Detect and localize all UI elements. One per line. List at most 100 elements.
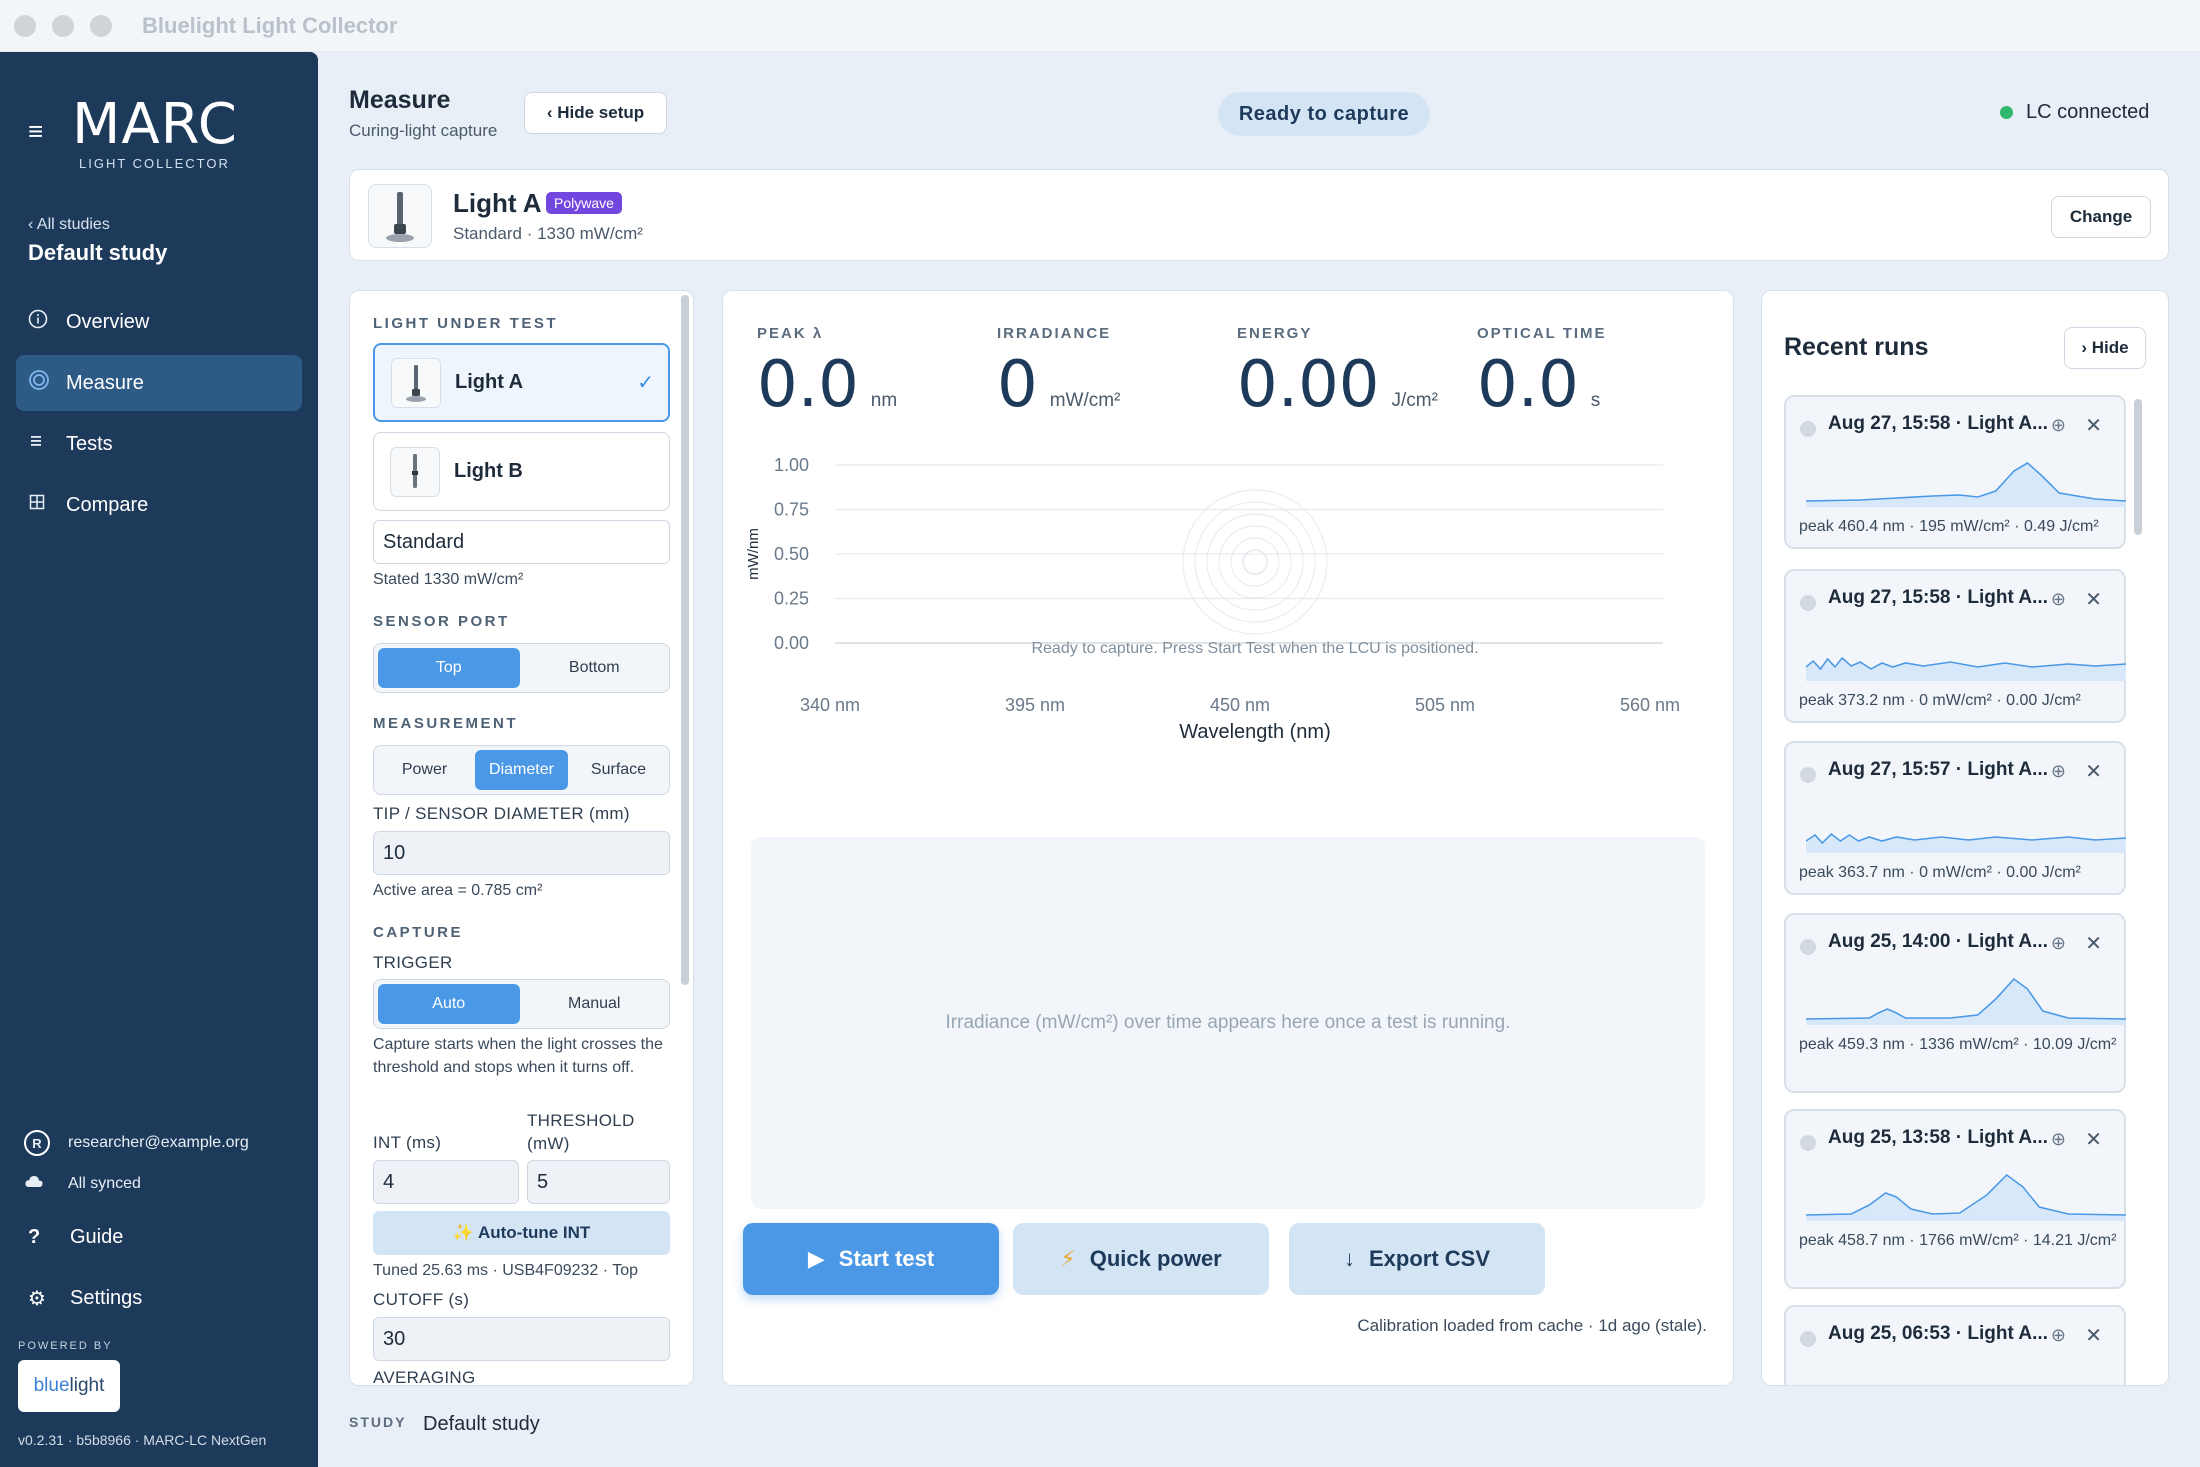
recent-runs-panel: Recent runs › Hide Aug 27, 15:58 · Light…	[1761, 290, 2169, 1386]
pin-icon[interactable]: ⊕	[2051, 933, 2066, 954]
app-logo-subtitle: LIGHT COLLECTOR	[79, 156, 230, 171]
select-run-icon[interactable]	[1800, 939, 1816, 955]
guide-link[interactable]: ? Guide	[28, 1226, 123, 1249]
threshold-label: THRESHOLD (mW)	[527, 1111, 635, 1153]
measurement-diameter-option[interactable]: Diameter	[475, 750, 568, 790]
powered-by-label: POWERED BY	[18, 1340, 113, 1352]
lightning-icon: ⚡	[1060, 1246, 1076, 1271]
run-summary: peak 373.2 nm · 0 mW/cm² · 0.00 J/cm²	[1799, 692, 2081, 709]
run-card[interactable]: Aug 27, 15:57 · Light A... ⊕ ✕ peak 363.7 n…	[1784, 741, 2126, 895]
status-badge: Ready to capture	[1218, 92, 1430, 136]
trigger-auto-option[interactable]: Auto	[378, 984, 520, 1024]
info-icon	[28, 309, 66, 335]
run-card[interactable]: Aug 25, 13:58 · Light A... ⊕ ✕ peak 458.7 n…	[1784, 1109, 2126, 1289]
pin-icon[interactable]: ⊕	[2051, 589, 2066, 610]
close-icon[interactable]: ✕	[2085, 413, 2102, 438]
sidebar-item-measure[interactable]: Measure	[16, 355, 302, 411]
auto-tune-button[interactable]: ✨ Auto-tune INT	[373, 1211, 670, 1255]
close-icon[interactable]: ✕	[2085, 1127, 2102, 1152]
metric-label: OPTICAL TIME	[1477, 325, 1607, 342]
close-icon[interactable]: ✕	[2085, 931, 2102, 956]
measurement-toggle: Power Diameter Surface	[373, 745, 670, 795]
pin-icon[interactable]: ⊕	[2051, 1325, 2066, 1346]
window-controls[interactable]	[14, 14, 112, 37]
cutoff-field[interactable]: 30	[373, 1317, 670, 1361]
measurement-panel: PEAK λ 0.0 nm IRRADIANCE 0 mW/cm² ENERGY 0…	[722, 290, 1734, 1386]
waiting-pulse-icon	[1182, 489, 1328, 635]
run-card[interactable]: Aug 25, 06:53 · Light A... ⊕ ✕	[1784, 1305, 2126, 1385]
trigger-toggle: Auto Manual	[373, 979, 670, 1029]
int-field[interactable]: 4	[373, 1160, 519, 1204]
metric-energy: ENERGY 0.00 J/cm²	[1237, 325, 1438, 422]
start-test-label: Start test	[838, 1246, 935, 1271]
metric-label: ENERGY	[1237, 325, 1313, 342]
all-studies-link[interactable]: ‹ All studies	[28, 216, 110, 234]
run-summary: peak 459.3 nm · 1336 mW/cm² · 10.09 J/cm…	[1799, 1036, 2117, 1053]
user-account[interactable]: R researcher@example.org	[24, 1130, 249, 1156]
select-run-icon[interactable]	[1800, 767, 1816, 783]
pulse-ring	[1218, 525, 1292, 599]
connection-label: LC connected	[2026, 101, 2150, 123]
threshold-field[interactable]: 5	[527, 1160, 670, 1204]
run-title: Aug 27, 15:58 · Light A...	[1828, 413, 2048, 434]
hide-setup-button[interactable]: ‹ Hide setup	[524, 92, 667, 134]
setup-scrollbar[interactable]	[681, 295, 689, 985]
zoom-window-button[interactable]	[90, 14, 112, 37]
run-spectrum-thumbnail	[1806, 832, 2126, 853]
page-title: Measure	[349, 86, 451, 114]
pin-icon[interactable]: ⊕	[2051, 761, 2066, 782]
calibration-status: Calibration loaded from cache · 1d ago (…	[1357, 1316, 1707, 1335]
active-area-text: Active area = 0.785 cm²	[373, 882, 543, 899]
settings-link[interactable]: ⚙ Settings	[28, 1286, 142, 1311]
run-card[interactable]: Aug 27, 15:58 · Light A... ⊕ ✕ peak 460.4 n…	[1784, 395, 2126, 549]
select-run-icon[interactable]	[1800, 1135, 1816, 1151]
metric-irradiance: IRRADIANCE 0 mW/cm²	[997, 325, 1120, 422]
pin-icon[interactable]: ⊕	[2051, 415, 2066, 436]
select-run-icon[interactable]	[1800, 595, 1816, 611]
close-icon[interactable]: ✕	[2085, 587, 2102, 612]
pulse-ring	[1194, 501, 1316, 623]
select-run-icon[interactable]	[1800, 421, 1816, 437]
footer-study-label: STUDY	[349, 1414, 407, 1430]
hide-recent-button[interactable]: › Hide	[2064, 327, 2146, 369]
light-option-b[interactable]: Light B	[373, 432, 670, 511]
chart-message: Ready to capture. Press Start Test when …	[1031, 640, 1478, 657]
close-icon[interactable]: ✕	[2085, 759, 2102, 784]
measurement-power-option[interactable]: Power	[378, 750, 471, 790]
select-run-icon[interactable]	[1800, 1331, 1816, 1347]
sensor-port-toggle: Top Bottom	[373, 643, 670, 693]
sidebar-item-overview[interactable]: Overview	[16, 294, 302, 350]
trigger-manual-option[interactable]: Manual	[524, 984, 666, 1024]
target-icon	[28, 369, 66, 397]
mode-select[interactable]: Standard	[373, 520, 670, 564]
run-title: Aug 27, 15:58 · Light A...	[1828, 587, 2048, 608]
diameter-field[interactable]: 10	[373, 831, 670, 875]
int-label: INT (ms)	[373, 1133, 442, 1152]
start-test-button[interactable]: ▶ Start test	[743, 1223, 999, 1295]
port-bottom-option[interactable]: Bottom	[524, 648, 666, 688]
measurement-surface-option[interactable]: Surface	[572, 750, 665, 790]
x-tick-label: 505 nm	[1415, 695, 1475, 715]
sidebar-item-compare[interactable]: Compare	[16, 477, 302, 533]
light-option-a[interactable]: Light A ✓	[373, 343, 670, 422]
run-card[interactable]: Aug 25, 14:00 · Light A... ⊕ ✕ peak 459.3 n…	[1784, 913, 2126, 1093]
change-light-button[interactable]: Change	[2051, 196, 2151, 238]
menu-icon[interactable]: ≡	[28, 116, 43, 147]
page-subtitle: Curing-light capture	[349, 121, 498, 140]
run-card[interactable]: Aug 27, 15:58 · Light A... ⊕ ✕ peak 373.2 n…	[1784, 569, 2126, 723]
port-top-option[interactable]: Top	[378, 648, 520, 688]
sync-label: All synced	[68, 1174, 141, 1192]
run-title: Aug 27, 15:57 · Light A...	[1828, 759, 2048, 780]
x-axis-label: Wavelength (nm)	[1179, 721, 1331, 743]
close-icon[interactable]: ✕	[2085, 1323, 2102, 1348]
recent-runs-scrollbar[interactable]	[2134, 399, 2142, 535]
pin-icon[interactable]: ⊕	[2051, 1129, 2066, 1150]
metric-unit: nm	[870, 390, 898, 411]
export-csv-button[interactable]: ↓ Export CSV	[1289, 1223, 1545, 1295]
sidebar-item-tests[interactable]: Tests	[16, 416, 302, 472]
minimize-window-button[interactable]	[52, 14, 74, 37]
quick-power-button[interactable]: ⚡ Quick power	[1013, 1223, 1269, 1295]
close-window-button[interactable]	[14, 14, 36, 37]
diameter-label: TIP / SENSOR DIAMETER (mm)	[373, 804, 630, 823]
connection-status: LC connected	[2000, 101, 2149, 124]
